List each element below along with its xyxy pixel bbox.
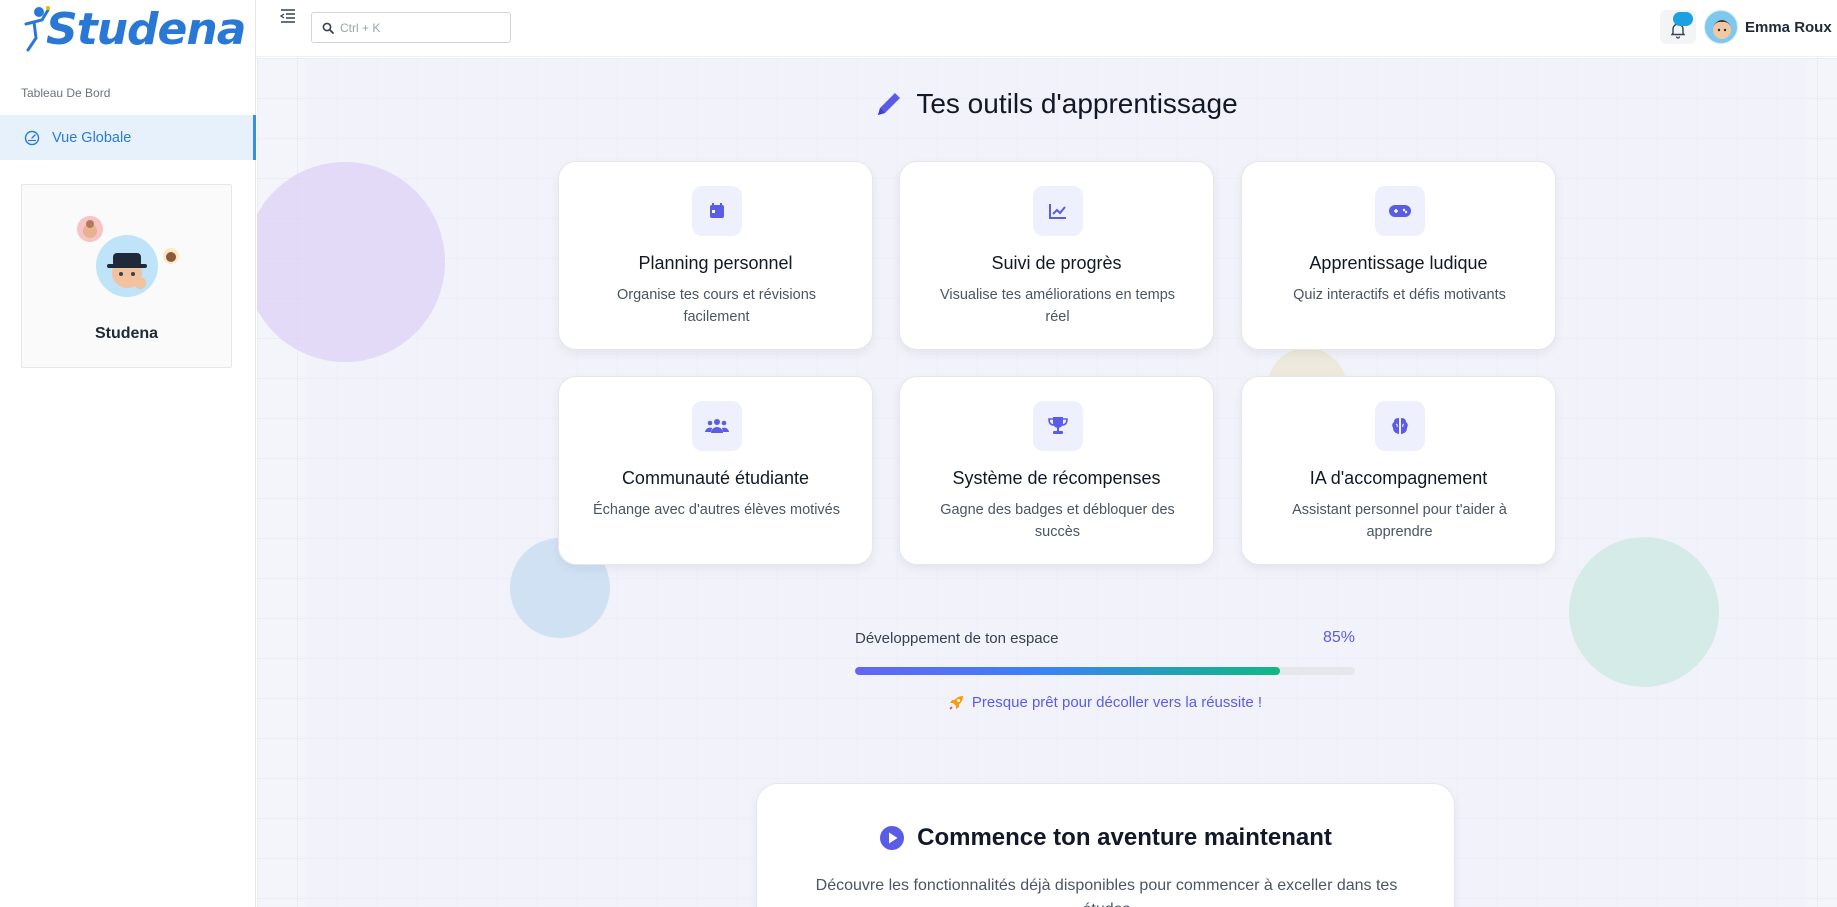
user-name: Emma Roux [1745,18,1832,36]
card-description: Quiz interactifs et défis motivants [1293,287,1506,303]
progress-bar-fill [855,667,1280,675]
card-title: Suivi de progrès [991,253,1122,273]
section-header: Tes outils d'apprentissage [305,88,1807,120]
trophy-icon [1033,401,1083,451]
user-avatar [1704,10,1738,44]
search-icon [322,22,334,34]
notifications-button[interactable] [1660,10,1696,44]
avatar [163,248,179,264]
user-menu[interactable]: Emma Roux [1704,10,1832,44]
sidebar-item-vue-globale[interactable]: Vue Globale [0,115,256,160]
menu-collapse-icon[interactable] [279,7,297,25]
play-circle-icon[interactable] [879,825,905,851]
calendar-icon [692,186,742,236]
sidebar: Studena Tableau De Bord Vue Globale Stud… [0,0,256,907]
space-progress: Développement de ton espace 85% Presque … [855,629,1355,711]
brain-icon [1375,401,1425,451]
notification-badge [1673,12,1693,26]
card-description: Échange avec d'autres élèves motivés [593,502,840,518]
card-title: Planning personnel [638,253,793,273]
tool-card-rewards[interactable]: Système de récompenses Gagne des badges … [899,376,1214,565]
sidebar-item-label: Vue Globale [52,129,132,146]
top-header: Emma Roux [256,0,1837,57]
rocket-icon [949,695,963,710]
cta-text: Découvre les fonctionnalités déjà dispon… [815,877,1398,907]
card-title: Système de récompenses [952,468,1161,488]
card-description: Gagne des badges et débloquer des succès [940,502,1175,540]
decorative-bubble [257,162,445,362]
card-description: Assistant personnel pour t'aider à appre… [1292,502,1507,540]
page-title: Tes outils d'apprentissage [916,88,1238,119]
progress-message-text: Presque prêt pour décoller vers la réuss… [971,694,1263,711]
tool-card-community[interactable]: Communauté étudiante Échange avec d'autr… [558,376,873,565]
card-title: IA d'accompagnement [1309,468,1488,488]
dashboard-gauge-icon [24,130,40,145]
tool-card-ai[interactable]: IA d'accompagnement Assistant personnel … [1241,376,1556,565]
pencil-icon [878,93,901,115]
cta-card: Commence ton aventure maintenant Découvr… [756,783,1455,907]
decorative-bubble [1569,537,1719,687]
progress-bar [855,667,1355,675]
search-box[interactable] [311,12,511,43]
chart-line-icon [1033,186,1083,236]
card-description: Organise tes cours et révisions facileme… [616,287,817,325]
gamepad-icon [1375,186,1425,236]
card-title: Communauté étudiante [621,468,810,488]
avatar [77,216,103,242]
profile-name: Studena [94,325,159,342]
card-title: Apprentissage ludique [1309,253,1488,273]
profile-card: Studena [21,184,232,368]
studena-logo[interactable]: Studena [22,4,246,56]
search-input[interactable] [340,20,500,35]
users-icon [692,401,742,451]
cta-title: Commence ton aventure maintenant [917,824,1332,851]
tool-card-gaming[interactable]: Apprentissage ludique Quiz interactifs e… [1241,161,1556,350]
sidebar-section-label: Tableau De Bord [21,86,111,100]
tool-card-progress[interactable]: Suivi de progrès Visualise tes améliorat… [899,161,1214,350]
logo-text: Studena [46,4,246,55]
progress-value: 85% [1322,629,1355,646]
tool-card-planning[interactable]: Planning personnel Organise tes cours et… [558,161,873,350]
progress-label: Développement de ton espace [855,630,1059,647]
content-panel: Tes outils d'apprentissage Planning pers… [257,58,1807,907]
main-content: Tes outils d'apprentissage Planning pers… [257,58,1837,907]
card-description: Visualise tes améliorations en temps rée… [939,287,1176,325]
avatar [96,235,158,297]
progress-message: Presque prêt pour décoller vers la réuss… [855,694,1355,711]
cta-header: Commence ton aventure maintenant [757,824,1454,852]
